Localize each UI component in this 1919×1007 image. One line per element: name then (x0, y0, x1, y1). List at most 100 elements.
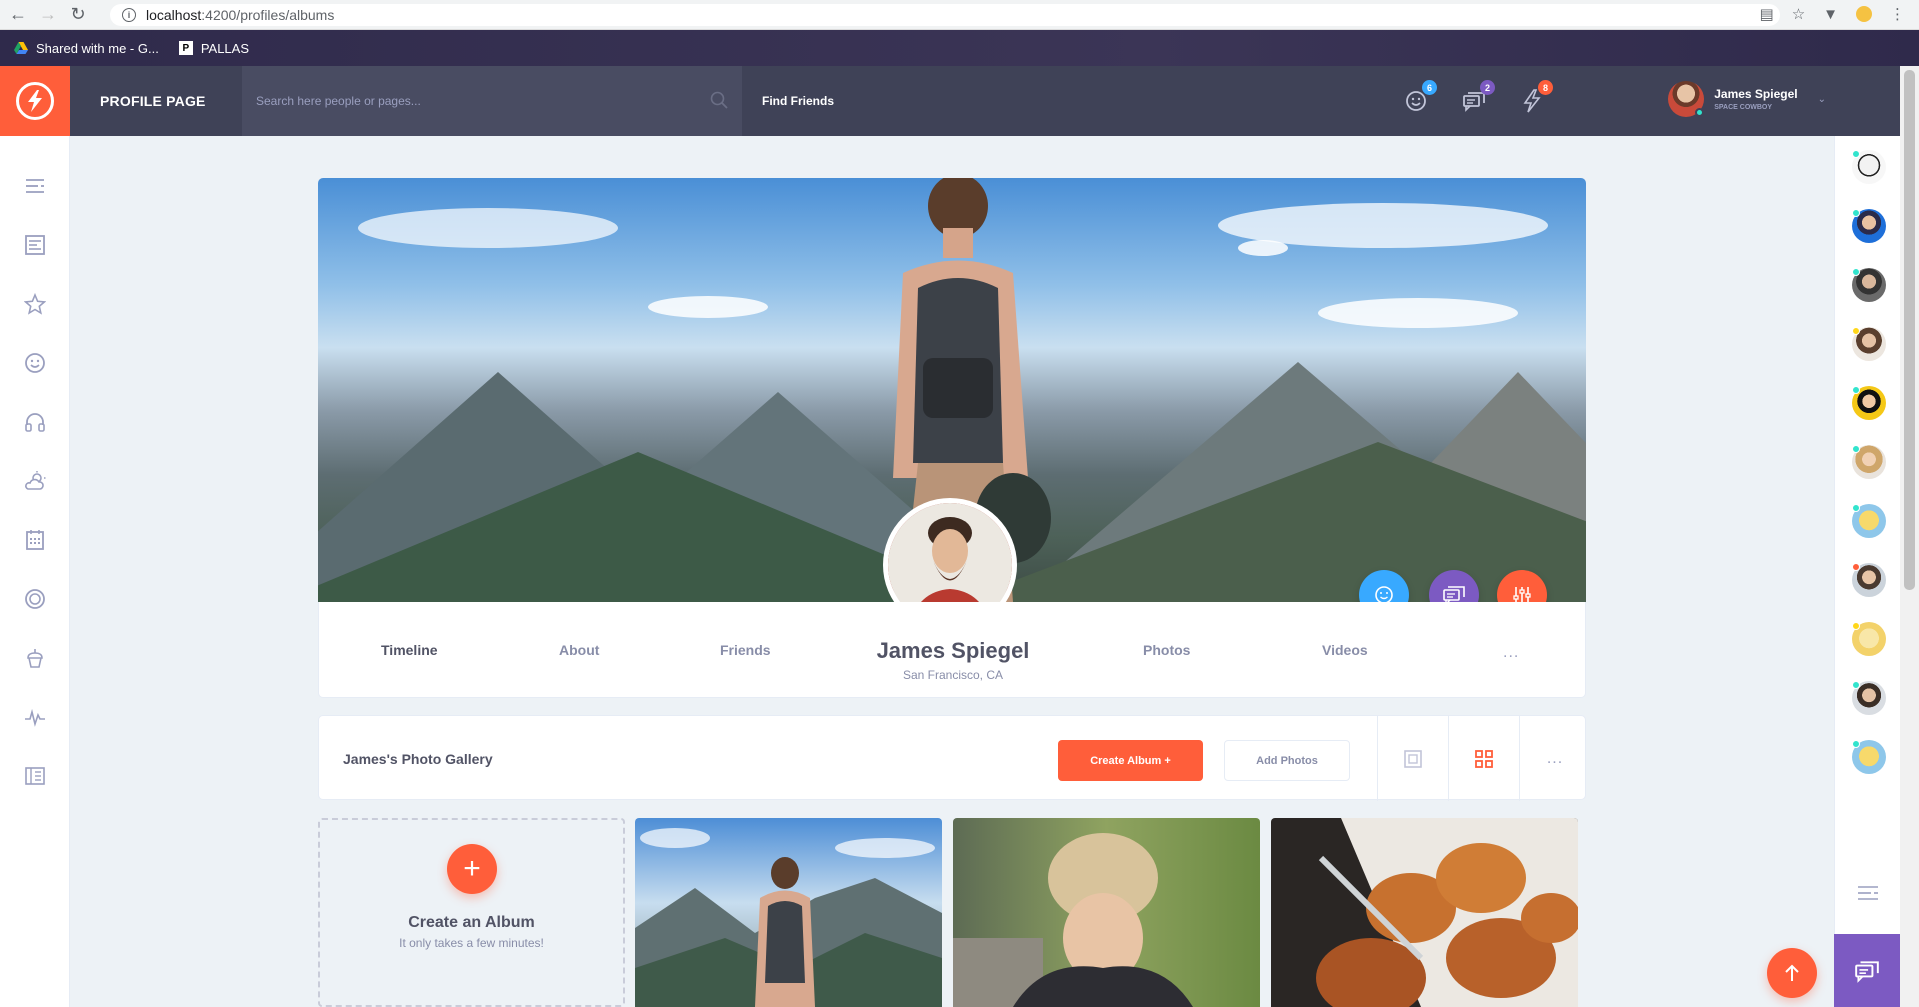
pallas-icon: P (178, 41, 193, 55)
photos-view-tab[interactable] (1377, 716, 1448, 801)
user-name: James Spiegel (1714, 87, 1798, 101)
plus-icon[interactable]: + (447, 844, 497, 894)
search-box (242, 66, 742, 136)
grid-icon (1475, 749, 1493, 768)
bookmark-label: PALLAS (200, 40, 250, 56)
scrollbar-thumb[interactable] (1904, 70, 1915, 590)
profile-location: San Francisco, CA (902, 668, 1004, 682)
open-chat-button[interactable] (1834, 934, 1900, 1007)
search-icon[interactable] (710, 91, 728, 109)
online-status-dot (1695, 108, 1705, 117)
avatar[interactable] (1852, 504, 1886, 538)
back-to-top-button[interactable] (1767, 948, 1817, 998)
star-icon (24, 292, 46, 315)
more-options-icon[interactable]: ... (1503, 644, 1519, 662)
profile-name: James Spiegel (876, 638, 1030, 663)
sidebar-item-badges[interactable] (0, 569, 70, 628)
sidebar-item-favourites[interactable] (0, 274, 70, 333)
forward-icon[interactable]: → (36, 3, 60, 27)
back-icon[interactable]: ← (6, 3, 30, 27)
page-scrollbar[interactable] (1900, 66, 1919, 1007)
left-sidebar (0, 136, 70, 1007)
album-thumbnail[interactable] (953, 818, 1260, 1007)
sidebar-item-weather[interactable] (0, 451, 70, 510)
create-album-button[interactable]: Create Album + (1058, 740, 1203, 781)
sidebar-item-music[interactable] (0, 392, 70, 451)
chevron-down-icon[interactable]: ⌄ (1818, 94, 1826, 105)
add-photos-button[interactable]: Add Photos (1224, 740, 1350, 781)
sidebar-item-calendar[interactable] (0, 510, 70, 569)
happy-face-icon (25, 352, 45, 373)
avatar[interactable] (1852, 563, 1886, 597)
reload-icon[interactable]: ↻ (66, 3, 90, 27)
page-title: PROFILE PAGE (100, 93, 206, 109)
notifications-button[interactable]: 8 (1519, 80, 1553, 114)
site-info-icon[interactable]: i (122, 8, 136, 22)
right-sidebar-friends (1834, 136, 1900, 1007)
sidebar-item-widgets[interactable] (0, 746, 70, 805)
translate-icon[interactable]: ▤ (1760, 5, 1774, 23)
busy-status-dot (1852, 563, 1860, 571)
profile-avatar-icon[interactable] (1856, 6, 1872, 22)
sidebar-item-stats[interactable] (0, 687, 70, 746)
tab-photos[interactable]: Photos (1143, 642, 1190, 658)
sidebar-item-newsfeed[interactable] (0, 215, 70, 274)
create-album-subtitle: It only takes a few minutes! (399, 936, 544, 950)
away-status-dot (1852, 622, 1860, 630)
app-header: PROFILE PAGE Find Friends 6 2 8 James Sp… (0, 66, 1900, 136)
url-text: localhost:4200/profiles/albums (146, 7, 335, 23)
avatar[interactable] (1852, 622, 1886, 656)
friend-requests-badge: 6 (1422, 80, 1437, 95)
gallery-more-button[interactable]: ... (1519, 716, 1590, 801)
menu-lines-icon (26, 178, 44, 193)
online-status-dot (1852, 386, 1860, 394)
avatar[interactable] (1852, 209, 1886, 243)
online-status-dot (1852, 445, 1860, 453)
search-input[interactable] (256, 94, 686, 108)
find-friends-link[interactable]: Find Friends (762, 94, 834, 108)
bookmark-pallas[interactable]: P PALLAS (178, 40, 250, 56)
avatar[interactable] (1852, 445, 1886, 479)
browser-menu-icon[interactable]: ⋮ (1890, 5, 1905, 23)
cupcake-icon (27, 648, 43, 668)
avatar[interactable] (1852, 268, 1886, 302)
create-album-card[interactable]: + Create an Album It only takes a few mi… (318, 818, 625, 1007)
avatar[interactable] (1852, 150, 1886, 184)
tab-videos[interactable]: Videos (1322, 642, 1368, 658)
logo[interactable] (0, 66, 70, 136)
messages-button[interactable]: 2 (1461, 80, 1495, 114)
arrow-up-icon (1785, 964, 1799, 981)
sidebar-item-friend-groups[interactable] (0, 333, 70, 392)
newsfeed-icon (25, 234, 45, 255)
avatar[interactable] (1852, 386, 1886, 420)
url-field[interactable]: i localhost:4200/profiles/albums (110, 4, 1780, 26)
online-status-dot (1852, 740, 1860, 748)
avatar[interactable] (1852, 681, 1886, 715)
online-status-dot (1852, 150, 1860, 158)
sidebar-item-birthdays[interactable] (0, 628, 70, 687)
user-menu[interactable]: James Spiegel SPACE COWBOY ⌄ (1668, 81, 1826, 117)
headphones-icon (25, 412, 45, 432)
album-thumbnail[interactable] (1271, 818, 1578, 1007)
sidebar-item-menu[interactable] (0, 156, 70, 215)
manage-widgets-icon (25, 766, 45, 785)
online-status-dot (1852, 268, 1860, 276)
avatar[interactable] (1852, 327, 1886, 361)
online-status-dot (1852, 209, 1860, 217)
album-thumbnail[interactable] (635, 818, 942, 1007)
weather-icon (25, 470, 46, 490)
photo-gallery-toolbar: James's Photo Gallery Create Album + Add… (318, 715, 1586, 801)
chat-messages-icon (1855, 960, 1879, 983)
avatar[interactable] (1852, 740, 1886, 774)
calendar-icon (26, 529, 44, 550)
bookmark-google-drive[interactable]: Shared with me - G... (14, 41, 159, 56)
menu-lines-icon[interactable] (1858, 886, 1878, 900)
google-drive-icon (14, 42, 28, 54)
avatar (1668, 81, 1705, 117)
friend-requests-button[interactable]: 6 (1403, 80, 1437, 114)
badge-icon (25, 588, 45, 609)
extension-icon[interactable]: ▼ (1823, 6, 1838, 23)
bookmark-star-icon[interactable]: ☆ (1792, 5, 1805, 23)
albums-view-tab[interactable] (1448, 716, 1519, 801)
user-subtitle: SPACE COWBOY (1714, 104, 1773, 111)
